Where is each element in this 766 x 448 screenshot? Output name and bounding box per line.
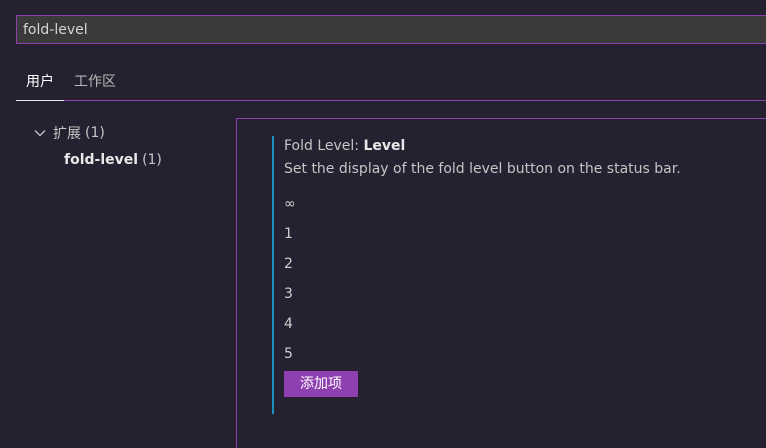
setting-category: Fold Level:	[284, 138, 364, 154]
toc-item-label: 扩展	[53, 126, 81, 142]
tab-workspace[interactable]: 工作区	[64, 64, 126, 100]
search-value: fold-level	[23, 21, 88, 38]
settings-scope-tabs: 用户 工作区	[16, 64, 766, 101]
list-item[interactable]: 2	[284, 249, 766, 279]
setting-description: Set the display of the fold level button…	[284, 161, 681, 177]
toc-item-fold-level[interactable]: fold-level (1)	[32, 149, 162, 171]
settings-search-input[interactable]: fold-level	[16, 15, 766, 44]
setting-name: Level	[363, 138, 406, 154]
list-item[interactable]: 1	[284, 219, 766, 249]
settings-list-panel: Fold Level: Level Set the display of the…	[236, 118, 766, 448]
settings-editor: fold-level 用户 工作区 扩展 (1) fold-level (1) …	[0, 0, 766, 448]
list-item[interactable]: 4	[284, 309, 766, 339]
toc-item-extensions[interactable]: 扩展 (1)	[32, 122, 162, 144]
toc-item-count: (1)	[85, 125, 105, 141]
chevron-down-icon	[34, 130, 46, 137]
setting-value-list: ∞ 1 2 3 4 5	[284, 189, 766, 369]
settings-toc: 扩展 (1) fold-level (1)	[32, 122, 162, 176]
tab-user[interactable]: 用户	[16, 64, 64, 101]
toc-item-label: fold-level	[64, 152, 139, 168]
toc-item-count: (1)	[142, 152, 162, 168]
list-item[interactable]: 3	[284, 279, 766, 309]
add-item-button[interactable]: 添加项	[284, 371, 358, 397]
list-item[interactable]: 5	[284, 339, 766, 369]
setting-item-fold-level: Fold Level: Level Set the display of the…	[272, 136, 766, 414]
list-item[interactable]: ∞	[284, 189, 766, 219]
setting-title: Fold Level: Level	[284, 138, 766, 154]
